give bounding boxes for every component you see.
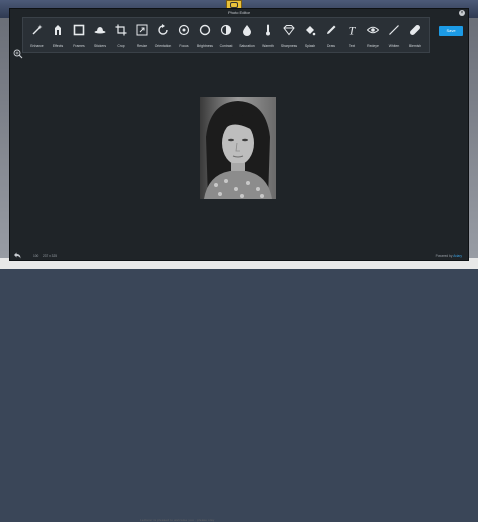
splash-icon — [306, 26, 316, 36]
magic-wand-icon — [32, 24, 43, 35]
eye-icon — [367, 26, 379, 34]
frame-icon — [73, 24, 85, 36]
editor-footer: 100 237 x 325 Powered by Aviary — [10, 249, 468, 262]
undo-icon[interactable] — [13, 252, 21, 259]
effects-icon — [55, 25, 61, 35]
powered-by-text: Powered by — [435, 254, 453, 258]
tools-toolbar: Enhance Effects Frames Stickers Crop Res… — [22, 17, 430, 53]
close-icon[interactable]: × — [459, 10, 465, 16]
bandage-icon — [410, 25, 420, 35]
photo-canvas[interactable] — [200, 97, 276, 199]
zoom-in-icon[interactable] — [13, 49, 23, 59]
powered-by: Powered by Aviary — [436, 254, 462, 258]
tool-blemish[interactable]: Blemish — [405, 18, 425, 52]
diamond-icon — [283, 25, 295, 36]
photo-image — [200, 97, 276, 199]
editor-title: Photo Editor — [227, 10, 250, 15]
resize-icon — [136, 24, 148, 36]
contrast-icon — [220, 24, 232, 36]
focus-icon — [178, 24, 190, 36]
image-dimensions: 237 x 325 — [43, 254, 58, 258]
pencil-icon — [327, 25, 336, 34]
saturation-icon — [243, 25, 251, 36]
photo-editor-dialog: Photo Editor × Enhance Effects Frames St… — [9, 8, 469, 261]
rotate-icon — [158, 24, 168, 35]
zoom-level: 100 — [33, 254, 39, 258]
aviary-link[interactable]: Aviary — [453, 254, 462, 258]
save-button[interactable]: Save — [439, 26, 463, 36]
thermometer-icon — [266, 24, 270, 36]
crop-icon — [115, 24, 127, 36]
sticker-icon — [94, 27, 106, 34]
brightness-icon — [199, 24, 211, 36]
tool-label: Blemish — [408, 44, 422, 48]
background-text: Lecturer is pleased to welcome you · ple… — [140, 518, 215, 522]
wand-icon — [389, 25, 399, 35]
svg-text:T: T — [349, 24, 357, 36]
text-icon: T — [349, 24, 357, 36]
